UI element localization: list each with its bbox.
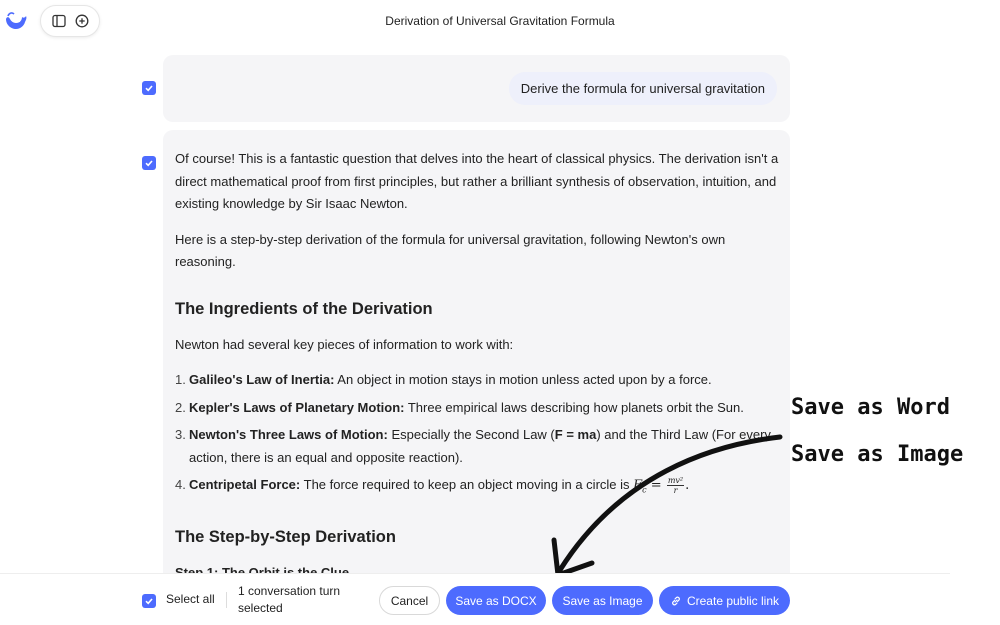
save-as-docx-button[interactable]: Save as DOCX	[446, 586, 546, 615]
select-all-checkbox[interactable]	[142, 594, 156, 608]
turn-1-checkbox[interactable]	[142, 81, 156, 95]
divider	[226, 592, 227, 608]
user-message-panel: Derive the formula for universal gravita…	[163, 55, 790, 122]
create-public-link-label: Create public link	[686, 593, 780, 608]
save-as-image-button[interactable]: Save as Image	[552, 586, 653, 615]
user-message: Derive the formula for universal gravita…	[508, 72, 777, 105]
turn-2-checkbox[interactable]	[142, 156, 156, 170]
check-icon	[145, 598, 153, 605]
list-item: 1. Galileo's Law of Inertia: An object in…	[175, 372, 712, 387]
list-item: 2. Kepler's Laws of Planetary Motion: Thr…	[175, 399, 744, 415]
annotation-save-as-image: Save as Image	[791, 442, 964, 467]
create-public-link-button[interactable]: Create public link	[659, 586, 790, 615]
cancel-button[interactable]: Cancel	[379, 586, 440, 615]
answer-intro: Of course! This is a fantastic question …	[175, 151, 779, 211]
section-heading: The Ingredients of the Derivation	[175, 299, 433, 318]
answer-intro-2: Here is a step-by-step derivation of the…	[175, 231, 726, 270]
page-title: Derivation of Universal Gravitation Form…	[385, 14, 615, 28]
answer-lead: Newton had several key pieces of informa…	[175, 336, 514, 352]
link-icon	[672, 596, 680, 605]
select-all-label[interactable]: Select all	[166, 592, 215, 606]
selection-action-bar: Select all 1 conversation turn selected …	[0, 573, 950, 625]
annotation-save-as-word: Save as Word	[791, 395, 950, 420]
check-icon	[145, 160, 153, 167]
check-icon	[145, 85, 153, 92]
annotation-arrow-icon	[551, 434, 783, 578]
selected-count: 1 conversation turn selected	[238, 584, 341, 615]
